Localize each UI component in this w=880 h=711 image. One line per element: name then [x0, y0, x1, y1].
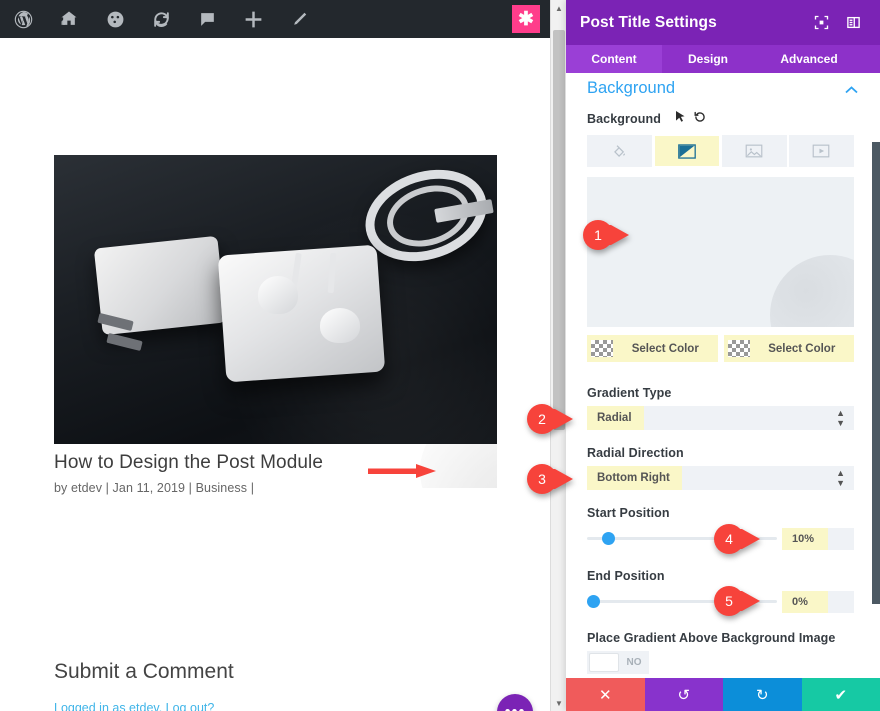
radial-direction-value: Bottom Right [587, 466, 682, 490]
gradient-preview-blob [770, 255, 854, 327]
place-gradient-label: Place Gradient Above Background Image [587, 631, 836, 645]
panel-scrollbar-thumb[interactable] [872, 142, 880, 604]
new-content-icon[interactable] [230, 0, 276, 38]
background-video-button[interactable] [788, 135, 854, 167]
page-scrollbar[interactable]: ▲ ▼ [550, 0, 567, 711]
charger-prong-shape [106, 332, 144, 352]
marker-4-label: 4 [725, 531, 733, 547]
admin-bar-items [0, 0, 322, 38]
gradient-type-select[interactable]: Radial ▲ ▼ [587, 406, 854, 430]
divi-badge-icon[interactable]: ✱ [512, 5, 540, 33]
wordpress-icon[interactable] [0, 0, 46, 38]
background-field-icons [676, 111, 706, 126]
cursor-icon[interactable] [676, 111, 685, 126]
select-arrows-icon: ▲ ▼ [836, 407, 845, 428]
panel-tabs: Content Design Advanced [566, 45, 880, 73]
post-meta: by etdev | Jan 11, 2019 | Business | [54, 481, 255, 495]
earbud-shape [257, 276, 298, 314]
slider-knob[interactable] [587, 595, 600, 608]
end-position-value: 0% [782, 591, 828, 613]
marker-2: 2 [527, 404, 573, 434]
marker-5: 5 [714, 586, 760, 616]
background-gradient-button[interactable] [654, 135, 720, 167]
marker-3: 3 [527, 464, 573, 494]
marker-3-label: 3 [538, 471, 546, 487]
background-field-label: Background [587, 112, 661, 126]
featured-image [54, 155, 497, 444]
logged-in-notice[interactable]: Logged in as etdev. Log out? [54, 701, 214, 711]
toggle-knob [589, 653, 619, 672]
place-gradient-toggle[interactable]: NO [587, 651, 649, 674]
select-color-button-start[interactable]: Select Color [587, 335, 718, 362]
background-color-button[interactable] [587, 135, 653, 167]
toggle-value: NO [626, 657, 642, 668]
home-icon[interactable] [46, 0, 92, 38]
select-color-button-end[interactable]: Select Color [723, 335, 854, 362]
background-type-buttons [587, 135, 854, 167]
start-position-label: Start Position [587, 506, 670, 520]
focus-mode-icon[interactable] [808, 10, 834, 36]
radial-direction-label: Radial Direction [587, 446, 684, 460]
panel-header: Post Title Settings [566, 0, 880, 45]
start-position-value: 10% [782, 528, 828, 550]
earbud-case-shape [218, 244, 387, 383]
radial-direction-select[interactable]: Bottom Right ▲ ▼ [587, 466, 854, 490]
slider-knob[interactable] [602, 532, 615, 545]
dashboard-icon[interactable] [92, 0, 138, 38]
chevron-up-icon[interactable] [845, 83, 858, 97]
comment-heading: Submit a Comment [54, 660, 234, 683]
redo-button[interactable]: ↻ [723, 678, 802, 711]
start-position-numberbox[interactable]: 10% [782, 528, 854, 550]
panel-footer: ✕ ↺ ↻ ✔ [566, 678, 880, 711]
select-arrows-icon: ▲ ▼ [836, 467, 845, 488]
end-position-numberbox[interactable]: 0% [782, 591, 854, 613]
red-arrow-annotation [368, 464, 436, 478]
color-swatch-transparent [591, 340, 613, 357]
wordpress-admin-bar: ✱ [0, 0, 550, 38]
undo-button[interactable]: ↺ [644, 678, 723, 711]
section-heading-background[interactable]: Background [587, 79, 675, 98]
panel-layout-icon[interactable] [840, 10, 866, 36]
gradient-type-label: Gradient Type [587, 386, 672, 400]
tab-content[interactable]: Content [566, 45, 662, 73]
panel-title: Post Title Settings [580, 13, 717, 31]
marker-5-label: 5 [725, 593, 733, 609]
gradient-preview[interactable] [587, 177, 854, 327]
reset-icon[interactable] [694, 111, 706, 126]
select-color-label: Select Color [768, 342, 836, 355]
scrollbar-thumb[interactable] [553, 30, 565, 430]
gradient-type-value: Radial [587, 406, 644, 430]
divi-builder-screen: ✱ How to Design the Post Module by etdev… [0, 0, 880, 711]
background-image-button[interactable] [721, 135, 787, 167]
site-preview-pane: ✱ How to Design the Post Module by etdev… [0, 0, 550, 711]
divi-floating-menu-button[interactable]: ••• [497, 694, 533, 711]
cancel-button[interactable]: ✕ [566, 678, 645, 711]
tab-advanced[interactable]: Advanced [754, 45, 864, 73]
marker-2-label: 2 [538, 411, 546, 427]
edit-icon[interactable] [276, 0, 322, 38]
scroll-up-arrow-icon[interactable]: ▲ [551, 0, 567, 16]
marker-4: 4 [714, 524, 760, 554]
tab-design[interactable]: Design [662, 45, 754, 73]
marker-1-label: 1 [594, 227, 602, 243]
updates-icon[interactable] [138, 0, 184, 38]
select-color-label: Select Color [631, 342, 699, 355]
save-button[interactable]: ✔ [801, 678, 880, 711]
end-position-label: End Position [587, 569, 665, 583]
gradient-color-buttons: Select Color Select Color [587, 335, 854, 362]
scroll-down-arrow-icon[interactable]: ▼ [551, 695, 567, 711]
earbud-shape [319, 308, 360, 343]
site-content: How to Design the Post Module by etdev |… [0, 38, 550, 711]
comments-icon[interactable] [184, 0, 230, 38]
color-swatch-transparent [727, 340, 750, 357]
marker-1: 1 [583, 220, 629, 250]
